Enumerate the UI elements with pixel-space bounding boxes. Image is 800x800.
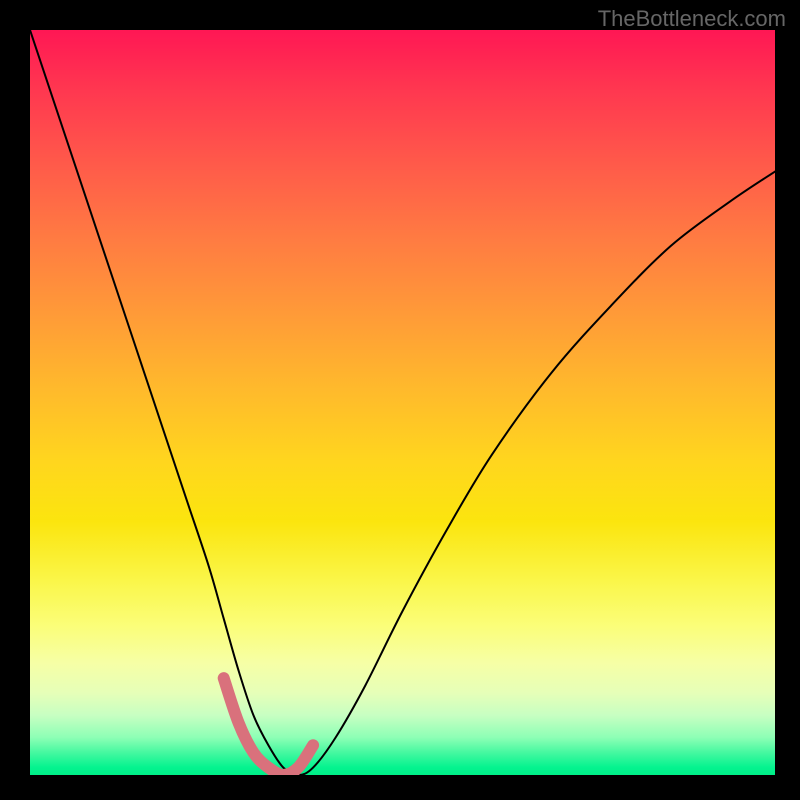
chart-area: [30, 30, 775, 775]
bottleneck-curve: [30, 30, 775, 775]
watermark-text: TheBottleneck.com: [598, 6, 786, 32]
chart-svg: [30, 30, 775, 775]
dip-highlight: [224, 678, 313, 775]
